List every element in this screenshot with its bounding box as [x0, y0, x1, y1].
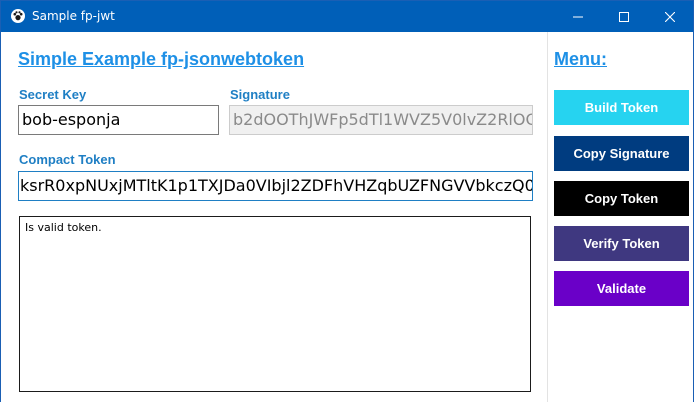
- menu-title: Menu:: [554, 49, 607, 69]
- output-textarea[interactable]: Is valid token.: [19, 216, 531, 392]
- compact-token-label: Compact Token: [19, 152, 116, 167]
- maximize-icon: [619, 11, 629, 22]
- window-title: Sample fp-jwt: [32, 9, 115, 23]
- signature-label: Signature: [230, 87, 290, 102]
- minimize-button[interactable]: [555, 1, 601, 32]
- close-button[interactable]: [647, 1, 693, 32]
- title-bar[interactable]: Sample fp-jwt: [1, 1, 693, 32]
- signature-field[interactable]: b2dOOThJWFp5dTl1WVZ5V0lvZ2RlOGV: [229, 105, 533, 135]
- paw-icon: [11, 9, 25, 23]
- copy-signature-button[interactable]: Copy Signature: [554, 136, 689, 171]
- close-icon: [665, 11, 675, 22]
- build-token-button[interactable]: Build Token: [554, 90, 689, 125]
- main-panel: Simple Example fp-jsonwebtoken Secret Ke…: [1, 32, 547, 402]
- app-window: Sample fp-jwt Simple Example fp-jsonwebt…: [0, 0, 694, 402]
- page-title: Simple Example fp-jsonwebtoken: [18, 49, 305, 69]
- secret-key-label: Secret Key: [19, 87, 87, 102]
- secret-key-input[interactable]: bob-esponja: [18, 105, 219, 135]
- minimize-icon: [573, 16, 583, 17]
- maximize-button[interactable]: [601, 1, 647, 32]
- validate-button[interactable]: Validate: [554, 271, 689, 306]
- menu-panel: Menu: Build Token Copy Signature Copy To…: [548, 32, 693, 402]
- verify-token-button[interactable]: Verify Token: [554, 226, 689, 261]
- copy-token-button[interactable]: Copy Token: [554, 181, 689, 216]
- compact-token-input[interactable]: ksrR0xpNUxjMTltK1p1TXJDa0VIbjl2ZDFhVHZqb…: [18, 171, 533, 201]
